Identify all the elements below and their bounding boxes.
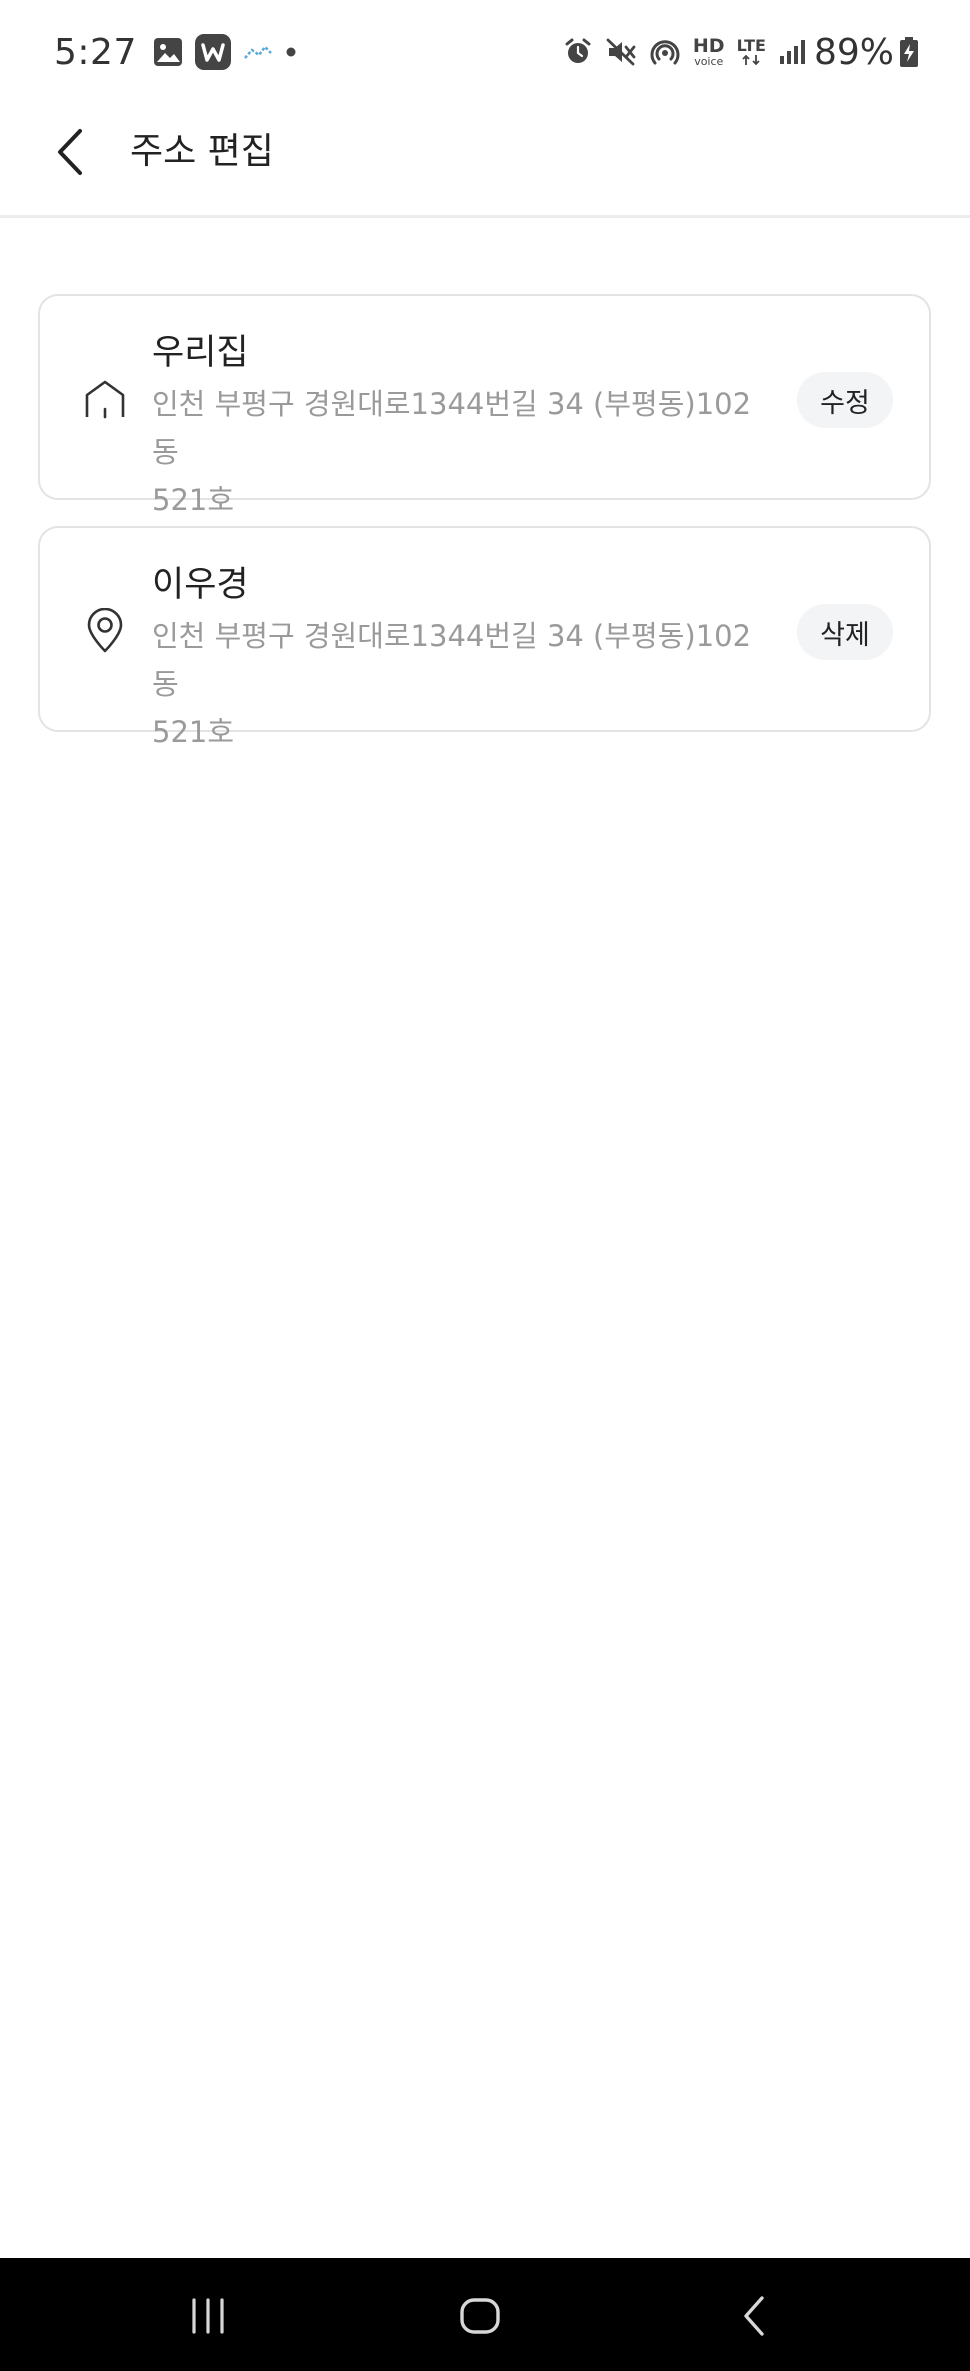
lte-label: LTE <box>736 36 766 55</box>
status-bar: 5:27 HD voice LTE 89% <box>0 0 970 104</box>
home-button[interactable] <box>450 2286 510 2346</box>
address-card-person: 이우경 인천 부평구 경원대로1344번길 34 (부평동)102동 521호 … <box>38 526 931 749</box>
back-button[interactable] <box>40 122 100 182</box>
alarm-icon <box>563 37 593 67</box>
address-name: 우리집 <box>152 333 249 373</box>
notification-dot-icon <box>285 46 297 58</box>
signal-icon <box>778 38 806 66</box>
system-back-icon <box>744 2296 764 2336</box>
battery-percent: 89% <box>813 31 894 73</box>
battery-charging-icon <box>900 37 918 67</box>
page-title: 주소 편집 <box>130 131 274 172</box>
delete-button[interactable]: 삭제 <box>797 604 893 660</box>
gallery-icon <box>153 37 183 67</box>
w-app-icon <box>194 34 231 70</box>
address-card-home: 우리집 인천 부평구 경원대로1344번길 34 (부평동)102동 521호 … <box>38 294 931 517</box>
status-right: HD voice LTE 89% <box>551 26 918 78</box>
app-header: 주소 편집 <box>0 104 970 218</box>
home-icon <box>80 374 130 424</box>
home-circle-icon <box>460 2298 500 2334</box>
system-nav-bar <box>0 2258 970 2371</box>
address-line2: 521호 <box>152 483 235 517</box>
hd-label: HD <box>692 35 725 57</box>
chevron-left-icon <box>58 129 82 175</box>
recent-apps-button[interactable] <box>178 2286 238 2346</box>
chart-trend-icon <box>243 42 273 62</box>
hd-voice-icon: HD voice <box>692 35 725 68</box>
voice-label: voice <box>694 55 724 68</box>
address-text: 인천 부평구 경원대로1344번길 34 (부평동)102동 521호 <box>152 612 772 756</box>
edit-button[interactable]: 수정 <box>797 372 893 428</box>
system-back-button[interactable] <box>724 2286 784 2346</box>
status-time: 5:27 <box>54 31 137 73</box>
status-left: 5:27 <box>54 26 309 78</box>
hotspot-icon <box>649 36 681 68</box>
address-text: 인천 부평구 경원대로1344번길 34 (부평동)102동 521호 <box>152 380 772 524</box>
address-line2: 521호 <box>152 715 235 749</box>
address-line1: 인천 부평구 경원대로1344번길 34 (부평동)102동 <box>152 619 752 701</box>
mute-icon <box>605 37 637 67</box>
address-line1: 인천 부평구 경원대로1344번길 34 (부평동)102동 <box>152 387 752 469</box>
lte-icon: LTE <box>737 38 766 66</box>
address-name: 이우경 <box>152 565 249 605</box>
location-pin-icon <box>80 606 130 656</box>
recent-apps-icon <box>192 2298 224 2334</box>
